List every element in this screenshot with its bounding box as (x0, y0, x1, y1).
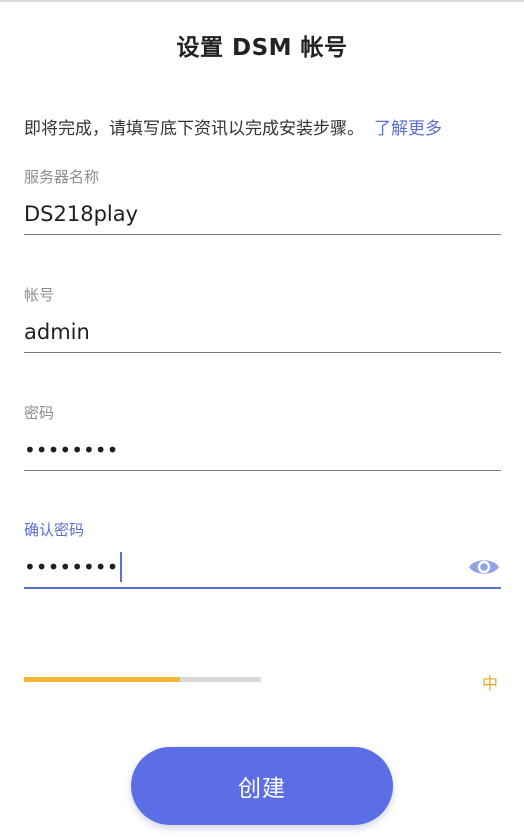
password-underline (24, 470, 501, 471)
password-strength-label: 中 (482, 674, 499, 693)
intro-text: 即将完成，请填写底下资讯以完成安装步骤。 (24, 119, 364, 139)
server-name-input[interactable]: DS218play (24, 200, 501, 228)
account-field: 帐号 admin (24, 284, 501, 353)
intro-paragraph: 即将完成，请填写底下资讯以完成安装步骤。 了解更多 (24, 114, 504, 139)
confirm-password-underline (24, 587, 501, 589)
server-name-underline (24, 234, 501, 235)
server-name-field: 服务器名称 DS218play (24, 166, 501, 235)
account-label: 帐号 (24, 286, 55, 304)
password-strength-bar (24, 677, 261, 682)
learn-more-link[interactable]: 了解更多 (374, 119, 442, 139)
confirm-password-label: 确认密码 (24, 521, 85, 539)
create-button[interactable]: 创建 (131, 747, 393, 825)
text-cursor (120, 551, 123, 582)
password-label: 密码 (24, 404, 55, 422)
confirm-password-input[interactable]: •••••••• (24, 551, 501, 582)
eye-icon[interactable] (467, 553, 501, 581)
server-name-label: 服务器名称 (24, 168, 100, 186)
account-input[interactable]: admin (24, 318, 501, 346)
password-input[interactable]: •••••••• (24, 436, 501, 464)
page-title: 设置 DSM 帐号 (176, 35, 348, 61)
confirm-password-field: 确认密码 •••••••• (24, 519, 501, 589)
account-underline (24, 352, 501, 353)
password-strength-fill (24, 677, 181, 682)
password-field: 密码 •••••••• (24, 402, 501, 471)
confirm-password-value: •••••••• (24, 555, 119, 579)
top-divider (0, 0, 524, 2)
